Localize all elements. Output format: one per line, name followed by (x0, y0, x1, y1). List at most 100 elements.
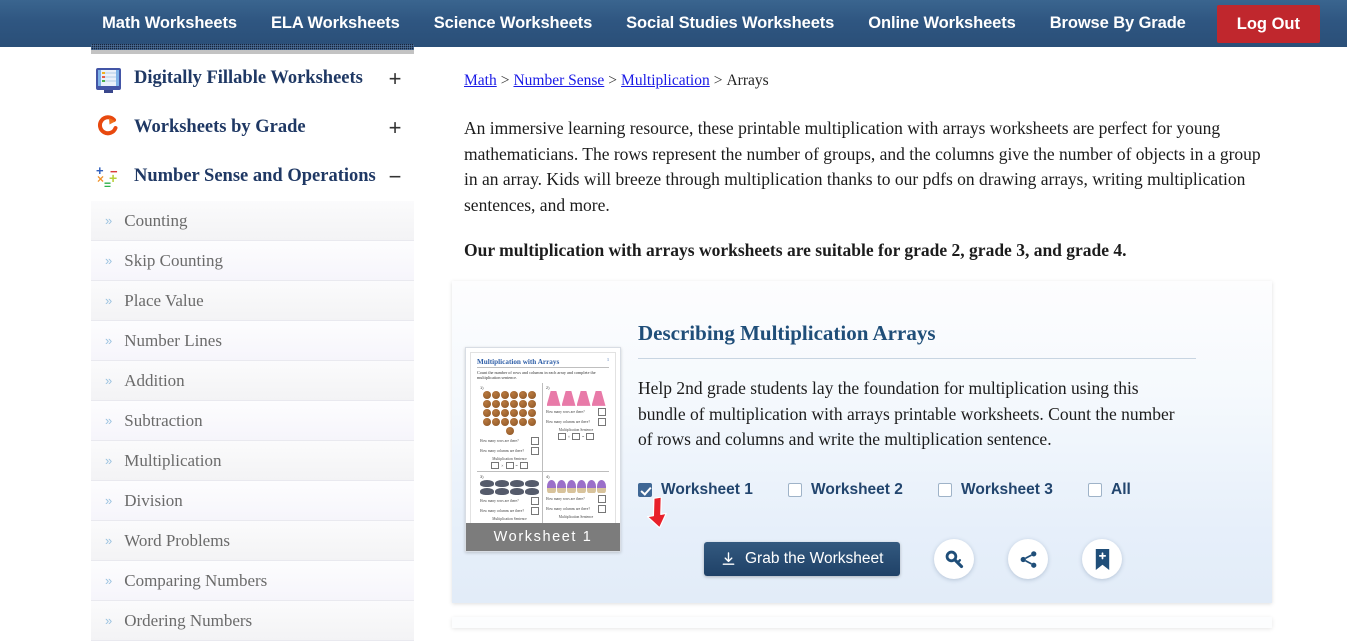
sidebar-item-word-problems[interactable]: » Word Problems (91, 521, 414, 561)
preview-question-rows: How many rows are there? (546, 496, 585, 501)
worksheet-description: Help 2nd grade students lay the foundati… (638, 378, 1175, 449)
main-content: Math > Number Sense > Multiplication > Arrays … (452, 44, 1282, 264)
nav-item-online-worksheets[interactable]: Online Worksheets (851, 0, 1032, 47)
bookmark-add-button[interactable] (1082, 539, 1123, 579)
sidebar-item-label: Multiplication (124, 450, 222, 470)
nav-item-browse-by-grade[interactable]: Browse By Grade (1033, 0, 1203, 47)
collapse-toggle-icon[interactable]: − (384, 164, 414, 190)
monitor-icon (96, 66, 126, 93)
log-out-button[interactable]: Log Out (1216, 4, 1320, 43)
sidebar-section-digitally-fillable-worksheets[interactable]: Digitally Fillable Worksheets + (91, 54, 414, 103)
chevron-right-icon: » (105, 373, 113, 388)
preview-question-columns: How many columns are there? (480, 508, 524, 513)
chevron-right-icon: » (105, 573, 113, 588)
preview-equals-symbol: = (582, 433, 585, 439)
preview-answer-box (598, 494, 606, 503)
sidebar-links: » Counting » Skip Counting » Place Value… (91, 201, 414, 641)
sidebar-item-label: Place Value (124, 290, 204, 310)
key-button[interactable] (934, 539, 975, 579)
checkbox-input[interactable] (638, 483, 652, 497)
chevron-right-icon: » (105, 293, 113, 308)
checkbox-label: Worksheet 1 (661, 481, 753, 498)
checkbox-label: Worksheet 3 (961, 481, 1053, 498)
checkbox-worksheet-1[interactable]: Worksheet 1 (638, 481, 788, 499)
sidebar-item-addition[interactable]: » Addition (91, 361, 414, 401)
worksheet-thumbnail[interactable]: 1 Multiplication with Arrays Count the n… (465, 347, 621, 552)
sidebar-item-division[interactable]: » Division (91, 481, 414, 521)
sidebar-item-ordering-numbers[interactable]: » Ordering Numbers (91, 601, 414, 641)
sidebar-section-worksheets-by-grade[interactable]: Worksheets by Grade + (91, 103, 414, 152)
preview-array-dresses (546, 390, 606, 406)
breadcrumb-separator: > (713, 72, 723, 89)
preview-problem-number: 4) (546, 473, 550, 479)
sidebar-item-label: Skip Counting (124, 250, 223, 270)
nav-item-social-studies-worksheets[interactable]: Social Studies Worksheets (609, 0, 851, 47)
thumbnail-label: Worksheet 1 (466, 523, 620, 551)
preview-problem-2: 2) How many rows are there? How many col… (543, 383, 609, 472)
preview-sentence-label: Multiplication Sentence (558, 427, 594, 432)
sidebar-item-label: Word Problems (124, 530, 231, 550)
breadcrumb-separator: > (500, 72, 510, 89)
preview-problem-4: 4) How many rows are there? How many col… (543, 472, 609, 531)
sidebar-item-skip-counting[interactable]: » Skip Counting (91, 241, 414, 281)
card-actions: Grab the Worksheet (704, 539, 1123, 579)
circular-arrow-icon (96, 114, 126, 141)
checkbox-input[interactable] (788, 483, 802, 497)
nav-item-science-worksheets[interactable]: Science Worksheets (417, 0, 609, 47)
math-operators-icon: + − × + = (96, 162, 118, 192)
card-text-block: Describing Multiplication Arrays Help 2n… (638, 321, 1238, 453)
preview-problem-1: 1) How many rows are there? How many col… (477, 382, 543, 472)
preview-question-rows: How many rows are there? (546, 409, 585, 414)
key-icon (945, 550, 963, 568)
preview-equals-symbol: = (515, 462, 518, 468)
nav-item-math-worksheets[interactable]: Math Worksheets (85, 0, 254, 47)
checkbox-input[interactable] (1088, 483, 1102, 497)
preview-problem-number: 3) (480, 473, 484, 479)
sidebar-item-comparing-numbers[interactable]: » Comparing Numbers (91, 561, 414, 601)
grab-the-worksheet-button[interactable]: Grab the Worksheet (704, 542, 901, 576)
sidebar-item-counting[interactable]: » Counting (91, 201, 414, 241)
chevron-right-icon: » (105, 493, 113, 508)
sidebar-item-subtraction[interactable]: » Subtraction (91, 401, 414, 441)
breadcrumb-link-multiplication[interactable]: Multiplication (621, 72, 710, 89)
sidebar-item-multiplication[interactable]: » Multiplication (91, 441, 414, 481)
chevron-right-icon: » (105, 413, 113, 428)
preview-questions: How many rows are there? How many column… (480, 496, 539, 521)
preview-array-cookies (480, 390, 539, 435)
checkbox-all[interactable]: All (1088, 481, 1131, 499)
breadcrumb-link-math[interactable]: Math (464, 72, 497, 89)
checkbox-input[interactable] (938, 483, 952, 497)
sidebar-item-label: Addition (124, 370, 185, 390)
download-icon (722, 551, 735, 565)
preview-answer-box (598, 504, 606, 513)
sidebar-item-label: Counting (124, 210, 188, 230)
sidebar-section-number-sense-and-operations[interactable]: + − × + = Number Sense and Operations − (91, 152, 414, 201)
preview-times-symbol: × (501, 462, 504, 468)
sidebar-top-strip (91, 44, 414, 54)
preview-answer-box (531, 496, 539, 505)
expand-toggle-icon[interactable]: + (384, 115, 414, 141)
preview-times-symbol: × (567, 433, 570, 439)
preview-sentence-label: Multiplication Sentence (492, 456, 527, 461)
sidebar-item-number-lines[interactable]: » Number Lines (91, 321, 414, 361)
preview-problem-grid: 1) How many rows are there? How many col… (477, 382, 609, 531)
top-navigation-bar: Math Worksheets ELA Worksheets Science W… (0, 0, 1347, 47)
preview-answer-box (598, 407, 606, 416)
breadcrumb-link-number-sense[interactable]: Number Sense (513, 72, 604, 89)
preview-sheet-title: Multiplication with Arrays (477, 358, 609, 368)
preview-answer-box (531, 446, 539, 455)
intro-grade-line: Our multiplication with arrays worksheet… (464, 240, 1127, 261)
sidebar-section-label: Number Sense and Operations (134, 166, 376, 186)
sidebar-item-place-value[interactable]: » Place Value (91, 281, 414, 321)
intro-section: An immersive learning resource, these pr… (452, 90, 1264, 264)
checkbox-worksheet-3[interactable]: Worksheet 3 (938, 481, 1088, 499)
nav-item-ela-worksheets[interactable]: ELA Worksheets (254, 0, 417, 47)
preview-question-columns: How many columns are there? (546, 506, 590, 511)
expand-toggle-icon[interactable]: + (384, 66, 414, 92)
preview-page-number: 1 (607, 357, 609, 362)
preview-question-rows: How many rows are there? (480, 498, 519, 503)
breadcrumb-current-arrays: Arrays (726, 72, 769, 89)
preview-question-columns: How many columns are there? (546, 419, 590, 424)
checkbox-worksheet-2[interactable]: Worksheet 2 (788, 481, 938, 499)
share-button[interactable] (1008, 539, 1049, 579)
